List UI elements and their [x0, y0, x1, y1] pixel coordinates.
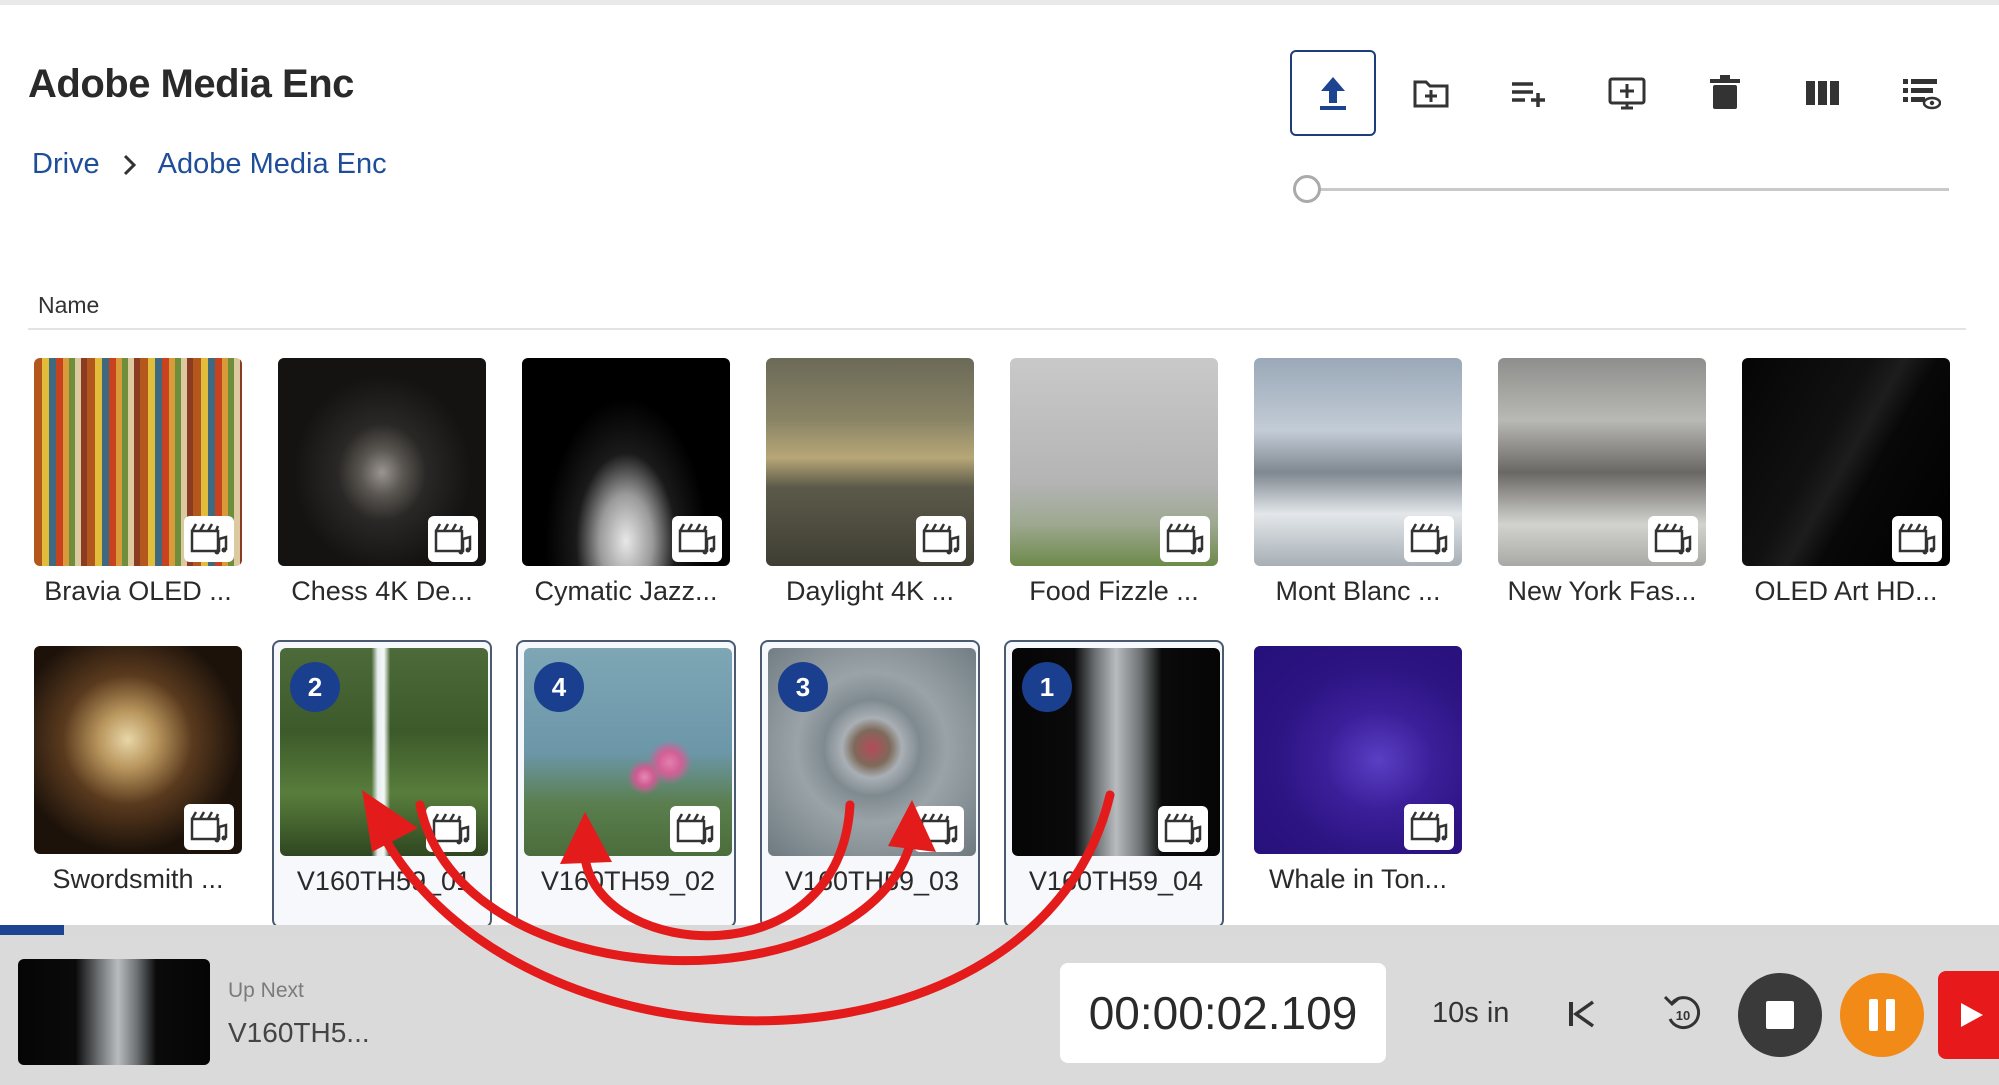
video-audio-icon — [1648, 516, 1698, 562]
playback-progress-fill — [0, 925, 64, 935]
selection-order-badge: 1 — [1022, 662, 1072, 712]
media-name: New York Fas... — [1507, 576, 1697, 606]
up-next-thumbnail[interactable] — [18, 959, 210, 1065]
media-name: Swordsmith ... — [52, 864, 224, 894]
media-name: Chess 4K De... — [291, 576, 473, 606]
pause-button[interactable] — [1840, 973, 1924, 1057]
breadcrumb: Drive Adobe Media Enc — [32, 148, 387, 181]
delete-button[interactable] — [1682, 50, 1768, 136]
media-tile[interactable]: New York Fas... — [1492, 352, 1712, 640]
play-icon — [1960, 1003, 1983, 1027]
video-audio-icon — [916, 516, 966, 562]
media-name: V160TH59_01 — [296, 866, 472, 896]
add-to-screen-button[interactable] — [1584, 50, 1670, 136]
skip-interval-label[interactable]: 10s in — [1432, 997, 1509, 1030]
columns-view-button[interactable] — [1780, 50, 1866, 136]
media-tile[interactable]: Daylight 4K ... — [760, 352, 980, 640]
list-view-button[interactable] — [1878, 50, 1964, 136]
video-audio-icon — [1158, 806, 1208, 852]
page-title: Adobe Media Enc — [28, 62, 354, 106]
media-grid: Bravia OLED ... Chess 4K De... Cymatic J… — [28, 352, 1978, 928]
new-folder-icon — [1413, 80, 1449, 108]
upload-button[interactable] — [1290, 50, 1376, 136]
media-name: Whale in Ton... — [1268, 864, 1448, 894]
media-tile[interactable]: Swordsmith ... — [28, 640, 248, 928]
media-tile-selected[interactable]: 3 V160TH59_03 — [760, 640, 980, 928]
skip-to-start-icon — [1569, 1000, 1595, 1028]
breadcrumb-root[interactable]: Drive — [32, 148, 100, 181]
media-tile[interactable]: Bravia OLED ... — [28, 352, 248, 640]
video-audio-icon — [914, 806, 964, 852]
chevron-right-icon — [122, 153, 138, 177]
media-name: Cymatic Jazz... — [534, 576, 718, 606]
media-name: Mont Blanc ... — [1275, 576, 1441, 606]
media-name: V160TH59_04 — [1028, 866, 1204, 896]
video-audio-icon — [1404, 516, 1454, 562]
zoom-slider[interactable] — [1293, 174, 1949, 204]
columns-view-icon — [1806, 81, 1839, 105]
video-audio-icon — [1892, 516, 1942, 562]
replay-10-icon: 10 — [1663, 995, 1700, 1030]
play-button[interactable] — [1938, 971, 1999, 1059]
timecode-display: 00:00:02.109 — [1060, 963, 1386, 1063]
media-tile[interactable]: Food Fizzle ... — [1004, 352, 1224, 640]
list-view-icon — [1903, 79, 1941, 110]
add-to-screen-icon — [1608, 77, 1646, 110]
new-folder-button[interactable] — [1388, 50, 1474, 136]
video-audio-icon — [428, 516, 478, 562]
media-tile[interactable]: Whale in Ton... — [1248, 640, 1468, 928]
media-tile[interactable]: Chess 4K De... — [272, 352, 492, 640]
media-name: V160TH59_03 — [784, 866, 960, 896]
media-name: Bravia OLED ... — [44, 576, 232, 606]
breadcrumb-current[interactable]: Adobe Media Enc — [158, 148, 387, 181]
column-header-name[interactable]: Name — [38, 292, 99, 319]
zoom-slider-thumb[interactable] — [1293, 175, 1321, 203]
skip-to-start-button[interactable] — [1558, 991, 1604, 1037]
media-name: OLED Art HD... — [1754, 576, 1938, 606]
media-name: V160TH59_02 — [540, 866, 716, 896]
add-to-playlist-button[interactable] — [1486, 50, 1572, 136]
stop-icon — [1766, 1001, 1794, 1029]
zoom-slider-track[interactable] — [1307, 188, 1949, 191]
video-audio-icon — [426, 806, 476, 852]
up-next-label: Up Next — [228, 979, 304, 1002]
pause-icon — [1869, 999, 1878, 1031]
header-divider — [28, 328, 1966, 330]
video-audio-icon — [1160, 516, 1210, 562]
up-next-title: V160TH5... — [228, 1017, 370, 1048]
stop-button[interactable] — [1738, 973, 1822, 1057]
video-audio-icon — [1404, 804, 1454, 850]
selection-order-badge: 2 — [290, 662, 340, 712]
media-name: Food Fizzle ... — [1029, 576, 1199, 606]
selection-order-badge: 4 — [534, 662, 584, 712]
media-tile[interactable]: OLED Art HD... — [1736, 352, 1956, 640]
media-tile-selected[interactable]: 1 V160TH59_04 — [1004, 640, 1224, 928]
video-audio-icon — [184, 516, 234, 562]
upload-icon — [1320, 77, 1346, 110]
playback-progress[interactable] — [0, 925, 1999, 935]
video-audio-icon — [184, 804, 234, 850]
top-border — [0, 0, 1999, 5]
replay-10-button[interactable]: 10 — [1656, 985, 1710, 1039]
video-audio-icon — [672, 516, 722, 562]
media-name: Daylight 4K ... — [785, 576, 955, 606]
media-tile-selected[interactable]: 2 V160TH59_01 — [272, 640, 492, 928]
toolbar — [1290, 50, 1976, 136]
svg-text:10: 10 — [1676, 1008, 1690, 1023]
media-tile[interactable]: Mont Blanc ... — [1248, 352, 1468, 640]
media-tile[interactable]: Cymatic Jazz... — [516, 352, 736, 640]
player-bar: Up Next V160TH5... 00:00:02.109 10s in 1… — [0, 935, 1999, 1085]
media-tile-selected[interactable]: 4 V160TH59_02 — [516, 640, 736, 928]
video-audio-icon — [670, 806, 720, 852]
delete-icon — [1710, 75, 1740, 109]
add-to-playlist-icon — [1512, 82, 1545, 107]
selection-order-badge: 3 — [778, 662, 828, 712]
